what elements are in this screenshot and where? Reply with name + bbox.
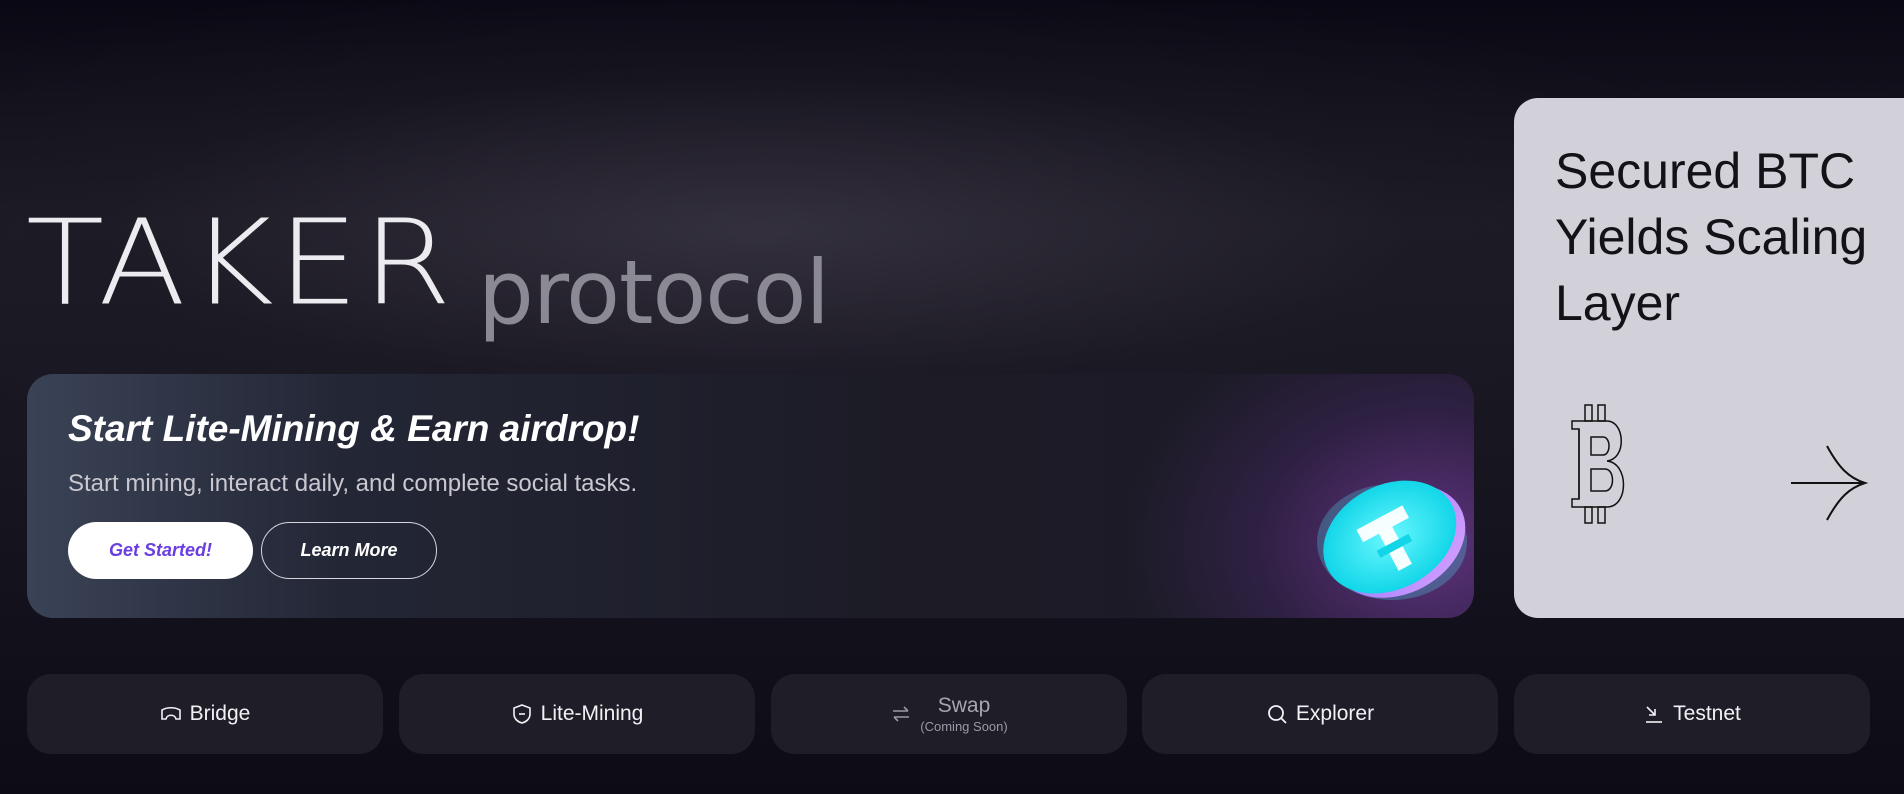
search-icon bbox=[1267, 705, 1287, 724]
hero-title: TAKER protocol bbox=[26, 194, 830, 343]
download-icon bbox=[1646, 706, 1663, 723]
nav-swap[interactable]: Swap (Coming Soon) bbox=[771, 674, 1127, 754]
nav-bridge-label: Bridge bbox=[189, 702, 251, 725]
promo-banner: Start Lite-Mining & Earn airdrop! Start … bbox=[27, 374, 1474, 618]
promo-subtitle: Start mining, interact daily, and comple… bbox=[68, 470, 638, 497]
bitcoin-icon bbox=[1571, 404, 1625, 524]
nav-testnet-label: Testnet bbox=[1673, 702, 1741, 725]
learn-more-button[interactable]: Learn More bbox=[261, 522, 437, 579]
nav-swap-label: Swap bbox=[937, 694, 991, 717]
brand-suffix: protocol bbox=[478, 241, 830, 344]
feature-title-line: Yields Scaling bbox=[1555, 209, 1868, 265]
nav-bridge[interactable]: Bridge bbox=[27, 674, 383, 754]
feature-title-line: Secured BTC bbox=[1555, 143, 1856, 199]
swap-icon bbox=[893, 706, 910, 722]
arrow-right-icon[interactable] bbox=[1789, 438, 1869, 528]
nav-explorer-label: Explorer bbox=[1295, 702, 1375, 725]
brand-main: TAKER bbox=[26, 194, 456, 332]
shield-icon bbox=[512, 704, 531, 724]
feature-title: Secured BTC Yields Scaling Layer bbox=[1555, 138, 1895, 336]
nav-explorer[interactable]: Explorer bbox=[1142, 674, 1498, 754]
get-started-button[interactable]: Get Started! bbox=[68, 522, 253, 579]
nav-lite-mining[interactable]: Lite-Mining bbox=[399, 674, 755, 754]
nav-swap-text: Swap (Coming Soon) bbox=[920, 695, 1007, 733]
nav-swap-note: (Coming Soon) bbox=[920, 719, 1008, 734]
feature-card[interactable]: Secured BTC Yields Scaling Layer bbox=[1514, 98, 1904, 618]
nav-lite-mining-label: Lite-Mining bbox=[540, 702, 644, 725]
bridge-icon bbox=[160, 706, 181, 720]
feature-title-line: Layer bbox=[1555, 275, 1681, 331]
nav-testnet[interactable]: Testnet bbox=[1514, 674, 1870, 754]
promo-title: Start Lite-Mining & Earn airdrop! bbox=[68, 408, 640, 449]
taker-coin-icon bbox=[1317, 480, 1467, 600]
